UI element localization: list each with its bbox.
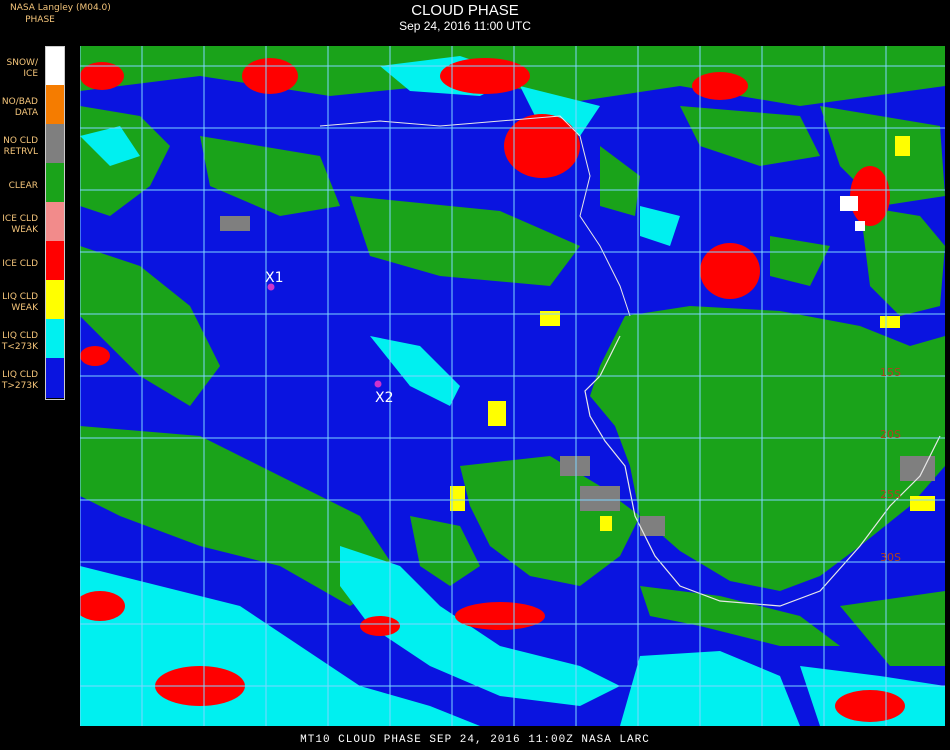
lat-label-25s: 25S	[880, 488, 901, 501]
title-text: CLOUD PHASE	[411, 2, 519, 19]
legend-title: PHASE	[25, 15, 55, 25]
legend-item: NO/BAD DATA	[0, 85, 70, 125]
legend-item: ICE CLD	[0, 241, 70, 281]
legend-label: NO/BAD DATA	[1, 97, 38, 118]
legend-swatch	[46, 241, 64, 281]
lat-label-30s: 30S	[880, 551, 901, 564]
legend-item: LIQ CLD T<273K	[0, 319, 70, 359]
lat-label-15s: 15S	[880, 366, 901, 379]
legend-label: ICE CLD	[2, 259, 38, 269]
legend-item: CLEAR	[0, 163, 70, 203]
marker-x1: X1	[265, 270, 284, 291]
cloud-phase-map: 15S 20S 25S 30S X1 X2	[80, 46, 945, 726]
legend-swatch	[46, 85, 64, 125]
legend-swatch	[46, 202, 64, 242]
marker-x2-label: X2	[375, 390, 394, 406]
map-svg: 15S 20S 25S 30S X1 X2	[80, 46, 945, 726]
title-datetime: Sep 24, 2016 11:00 UTC	[399, 19, 531, 33]
legend-label: ICE CLD WEAK	[2, 214, 38, 235]
legend-swatch	[46, 358, 64, 398]
legend-item: LIQ CLD WEAK	[0, 280, 70, 320]
footer-caption: MT10 CLOUD PHASE SEP 24, 2016 11:00Z NAS…	[300, 734, 650, 746]
legend-label: SNOW/ICE	[6, 58, 38, 79]
legend-label: LIQ CLD T>273K	[1, 370, 38, 391]
legend-item: ICE CLD WEAK	[0, 202, 70, 242]
legend-label: NO CLD RETRVL	[3, 136, 38, 157]
legend-swatch	[46, 280, 64, 320]
legend-swatch	[46, 319, 64, 359]
product-label: NASA Langley (M04.0)	[10, 3, 111, 13]
lat-label-20s: 20S	[880, 428, 901, 441]
legend-item: LIQ CLD T>273K	[0, 358, 70, 398]
legend-label: LIQ CLD T<273K	[1, 331, 38, 352]
legend-swatch	[46, 46, 64, 86]
marker-x1-label: X1	[265, 270, 284, 286]
legend-label: LIQ CLD WEAK	[2, 292, 38, 313]
legend-swatch	[46, 163, 64, 203]
image-title: CLOUD PHASE Sep 24, 2016 11:00 UTC	[340, 2, 590, 33]
legend-swatch	[46, 124, 64, 164]
marker-x2: X2	[374, 380, 394, 406]
legend-item: NO CLD RETRVL	[0, 124, 70, 164]
legend-header: NASA Langley (M04.0) PHASE	[8, 2, 111, 26]
legend-item: SNOW/ICE	[0, 46, 70, 86]
legend-label: CLEAR	[8, 181, 38, 191]
